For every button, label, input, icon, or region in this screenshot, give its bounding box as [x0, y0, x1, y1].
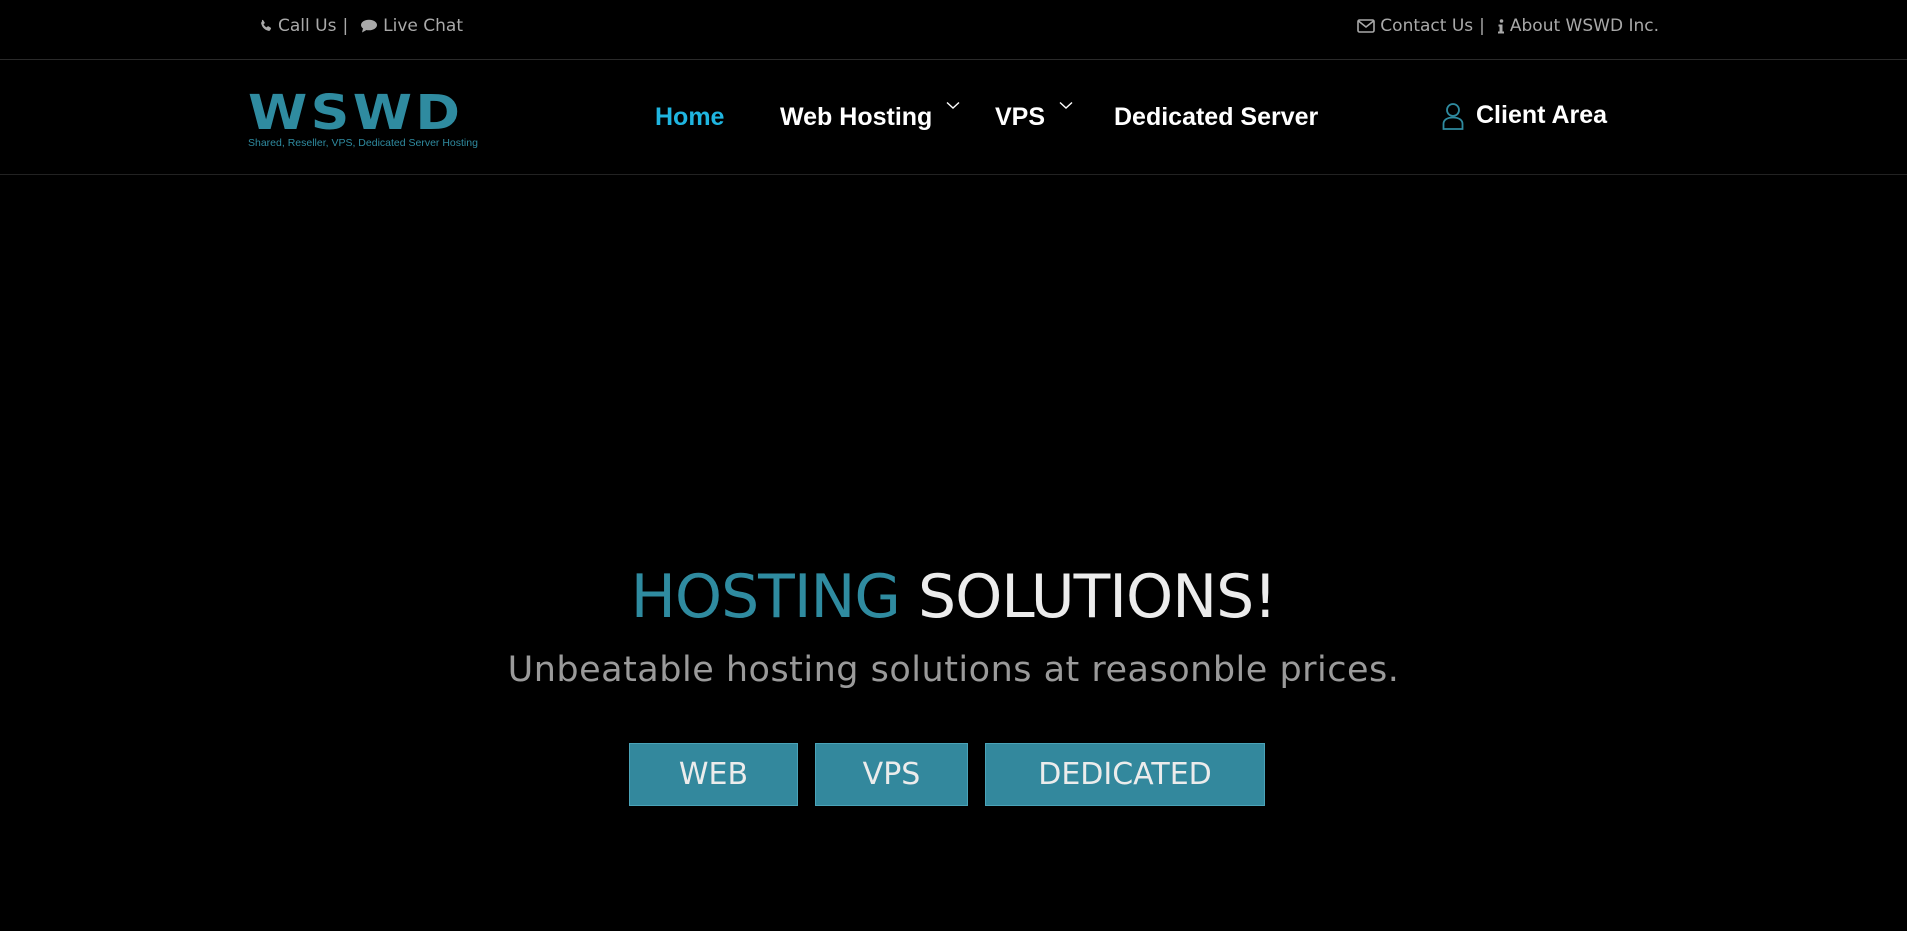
about-link[interactable]: About WSWD Inc. — [1497, 16, 1659, 36]
chat-bubble-icon — [361, 19, 378, 33]
call-us-label: Call Us — [278, 16, 337, 36]
topbar-left: Call Us | Live Chat — [259, 16, 463, 36]
nav-home[interactable]: Home — [655, 103, 724, 132]
nav-web-hosting[interactable]: Web Hosting — [780, 103, 932, 132]
topbar-separator: | — [342, 16, 349, 36]
nav-vps[interactable]: VPS — [995, 103, 1045, 132]
chevron-down-icon[interactable] — [1059, 101, 1073, 110]
site-logo[interactable]: WSWD Shared, Reseller, VPS, Dedicated Se… — [248, 89, 493, 151]
envelope-icon — [1357, 19, 1376, 33]
about-label: About WSWD Inc. — [1509, 16, 1659, 36]
call-us-link[interactable]: Call Us — [259, 16, 336, 36]
logo-wordmark: WSWD — [248, 85, 464, 141]
web-button[interactable]: WEB — [629, 743, 798, 806]
contact-us-label: Contact Us — [1380, 16, 1474, 36]
chevron-down-icon[interactable] — [946, 101, 960, 110]
info-icon — [1497, 18, 1504, 33]
hero-title-rest: SOLUTIONS! — [917, 562, 1277, 632]
client-area-label: Client Area — [1476, 101, 1608, 129]
top-utility-bar: Call Us | Live Chat Contact Us | About W… — [0, 0, 1907, 60]
page: Call Us | Live Chat Contact Us | About W… — [0, 0, 1907, 931]
live-chat-link[interactable]: Live Chat — [360, 16, 463, 36]
vps-button[interactable]: VPS — [815, 743, 968, 806]
topbar-separator: | — [1479, 16, 1485, 36]
dedicated-button[interactable]: DEDICATED — [985, 743, 1265, 806]
topbar-right: Contact Us | About WSWD Inc. — [1357, 16, 1659, 36]
nav-dedicated-server[interactable]: Dedicated Server — [1114, 103, 1318, 132]
hero-subtitle: Unbeatable hosting solutions at reasonbl… — [507, 650, 1400, 690]
user-icon — [1442, 102, 1464, 130]
main-navbar: WSWD Shared, Reseller, VPS, Dedicated Se… — [0, 61, 1907, 175]
contact-us-link[interactable]: Contact Us — [1357, 16, 1473, 36]
hero-title: HOSTING SOLUTIONS! — [0, 562, 1907, 632]
live-chat-label: Live Chat — [383, 16, 464, 36]
hero-title-highlight: HOSTING — [630, 562, 901, 632]
nav-client-area[interactable]: Client Area — [1442, 101, 1607, 130]
phone-icon — [261, 19, 272, 31]
